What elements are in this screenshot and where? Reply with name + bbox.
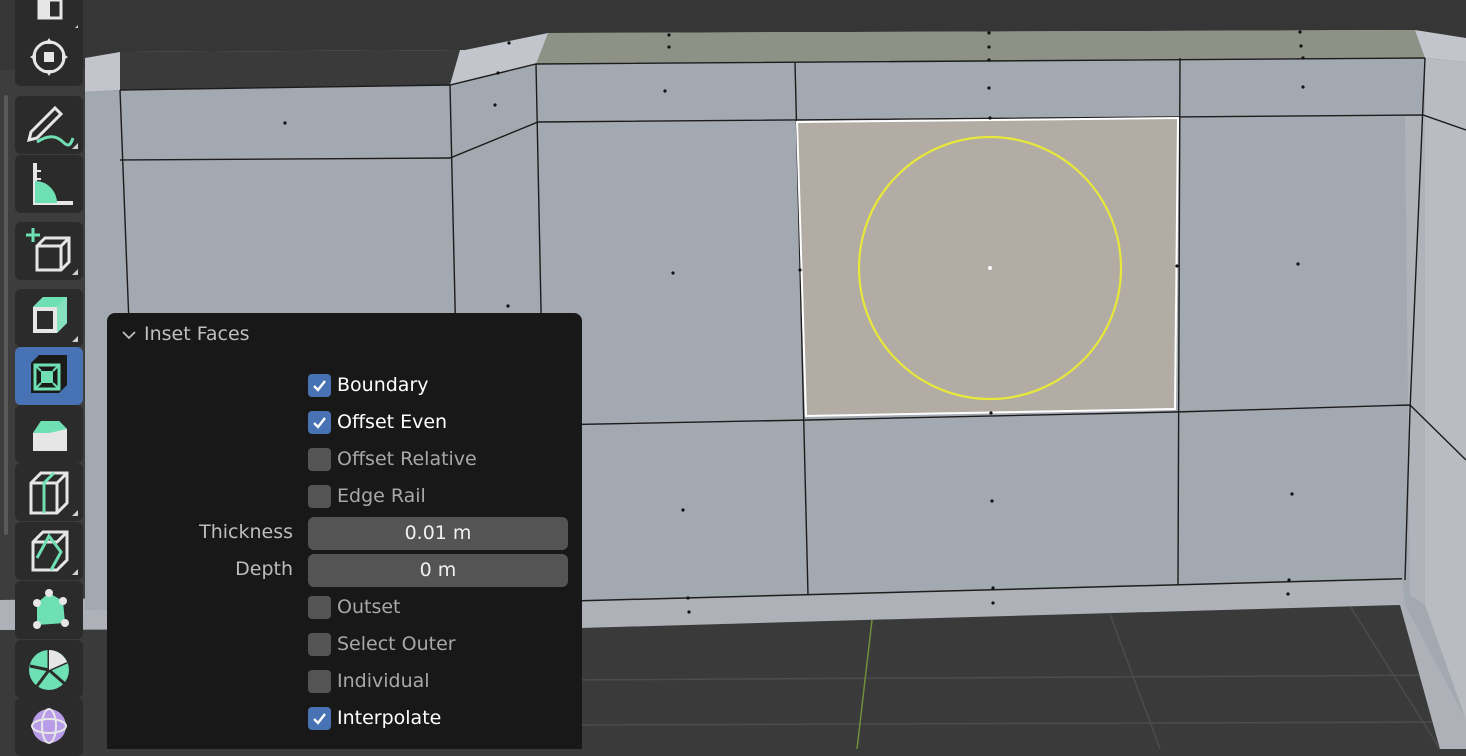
tool-poly-build[interactable]	[15, 581, 83, 639]
chevron-down-icon[interactable]	[121, 327, 137, 343]
panel-title: Inset Faces	[144, 323, 250, 345]
offset-even-checkbox[interactable]	[308, 411, 331, 434]
tool-submenu-indicator	[72, 269, 78, 275]
option-outset[interactable]: Outset	[107, 592, 582, 624]
tool-submenu-indicator	[72, 569, 78, 575]
depth-input[interactable]: 0 m	[308, 554, 568, 587]
individual-label: Individual	[337, 670, 430, 692]
thickness-label: Thickness	[199, 521, 293, 543]
option-select-outer[interactable]: Select Outer	[107, 629, 582, 661]
option-individual[interactable]: Individual	[107, 666, 582, 698]
tool-knife[interactable]	[15, 522, 83, 580]
tool-shelf	[0, 0, 90, 756]
edge-rail-label: Edge Rail	[337, 485, 426, 507]
poly-build-icon	[33, 589, 69, 629]
outset-checkbox[interactable]	[308, 596, 331, 619]
bevel-icon	[33, 421, 67, 451]
field-thickness: Thickness 0.01 m	[107, 517, 582, 550]
tool-loop-cut[interactable]	[15, 463, 83, 521]
tool-cursor[interactable]	[15, 28, 83, 86]
tool-submenu-indicator	[72, 143, 78, 149]
thickness-input[interactable]: 0.01 m	[308, 517, 568, 550]
option-offset-even[interactable]: Offset Even	[107, 407, 582, 439]
edge-rail-checkbox[interactable]	[308, 485, 331, 508]
boundary-checkbox[interactable]	[308, 374, 331, 397]
select-outer-label: Select Outer	[337, 633, 456, 655]
offset-even-label: Offset Even	[337, 411, 448, 433]
tool-measure[interactable]	[15, 155, 83, 213]
tool-add-cube[interactable]	[15, 222, 83, 280]
checkmark-icon	[313, 417, 326, 429]
tool-submenu-indicator	[72, 510, 78, 516]
tool-smooth[interactable]	[15, 698, 83, 756]
select-outer-checkbox[interactable]	[308, 633, 331, 656]
option-interpolate[interactable]: Interpolate	[107, 703, 582, 735]
spin-icon	[29, 650, 69, 690]
tool-extrude-region[interactable]	[15, 289, 83, 347]
tool-annotate[interactable]	[15, 96, 83, 154]
operator-panel: Inset Faces Boundary Offset Even Offset …	[107, 313, 582, 749]
offset-relative-checkbox[interactable]	[308, 448, 331, 471]
checkmark-icon	[313, 380, 326, 392]
option-edge-rail[interactable]: Edge Rail	[107, 481, 582, 513]
panel-header[interactable]: Inset Faces	[107, 313, 582, 357]
checkmark-icon	[313, 713, 326, 725]
offset-relative-label: Offset Relative	[337, 448, 477, 470]
tool-bevel[interactable]	[15, 405, 83, 463]
field-depth: Depth 0 m	[107, 554, 582, 587]
tool-spin[interactable]	[15, 640, 83, 698]
interpolate-checkbox[interactable]	[308, 707, 331, 730]
measure-icon	[33, 163, 73, 205]
boundary-label: Boundary	[337, 374, 429, 396]
interpolate-label: Interpolate	[337, 707, 442, 729]
tool-submenu-indicator	[72, 336, 78, 342]
smooth-icon	[31, 708, 67, 744]
option-boundary[interactable]: Boundary	[107, 370, 582, 402]
tool-inset-faces[interactable]	[15, 347, 83, 405]
depth-label: Depth	[235, 558, 293, 580]
cursor-icon	[30, 38, 68, 76]
inset-faces-icon	[31, 355, 67, 393]
individual-checkbox[interactable]	[308, 670, 331, 693]
option-offset-relative[interactable]: Offset Relative	[107, 444, 582, 476]
toolbar-scrollbar[interactable]	[4, 95, 8, 535]
outset-label: Outset	[337, 596, 401, 618]
